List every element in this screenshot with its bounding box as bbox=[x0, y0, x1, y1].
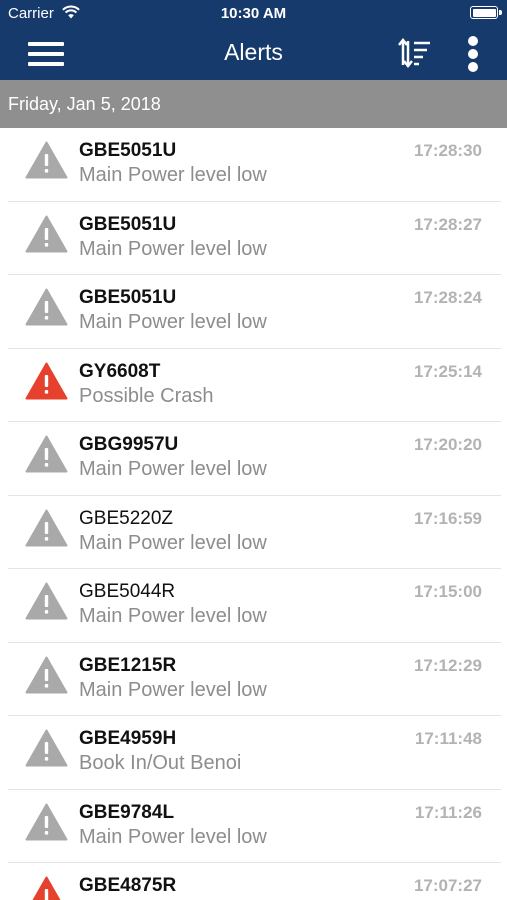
warning-triangle-icon bbox=[25, 288, 68, 326]
alert-time: 17:11:26 bbox=[414, 802, 482, 822]
vehicle-plate: GBE4959H bbox=[79, 728, 177, 749]
more-options-icon[interactable] bbox=[462, 34, 484, 74]
alert-message: Main Power level low bbox=[79, 164, 267, 186]
vehicle-plate: GBE5051U bbox=[79, 287, 177, 308]
vehicle-plate: GBE4875R bbox=[79, 875, 177, 896]
alert-time: 17:28:27 bbox=[413, 214, 482, 234]
alert-row[interactable]: GBE9784L Main Power level low 17:11:26 bbox=[0, 790, 507, 863]
alert-list: GBE5051U Main Power level low 17:28:30 GBE5… bbox=[0, 128, 507, 900]
alert-row[interactable]: GBE1215R Main Power level low 17:12:29 bbox=[0, 643, 507, 716]
date-section-header: Friday, Jan 5, 2018 bbox=[0, 80, 507, 128]
alert-time: 17:11:48 bbox=[414, 729, 482, 748]
warning-triangle-icon bbox=[25, 141, 68, 179]
alert-message: Book In/Out Benoi bbox=[79, 752, 242, 774]
warning-triangle-icon bbox=[25, 803, 68, 840]
vehicle-plate: GBG9957U bbox=[79, 434, 179, 455]
warning-triangle-icon bbox=[25, 362, 68, 399]
alert-message: Main Power level low bbox=[79, 458, 267, 480]
nav-bar: Alerts bbox=[0, 28, 507, 80]
alert-row[interactable]: GBE4875R 17:07:27 bbox=[0, 863, 507, 900]
alert-row[interactable]: GBE5051U Main Power level low 17:28:24 bbox=[0, 275, 507, 349]
alert-time: 17:20:20 bbox=[413, 435, 482, 454]
alert-message: Main Power level low bbox=[79, 605, 267, 627]
alert-time: 17:15:00 bbox=[413, 582, 482, 601]
warning-triangle-icon bbox=[25, 656, 68, 693]
warning-triangle-icon bbox=[25, 215, 68, 252]
alert-message: Possible Crash bbox=[79, 384, 214, 407]
battery-icon bbox=[470, 6, 502, 19]
alert-message: Main Power level low bbox=[79, 237, 267, 260]
warning-triangle-icon bbox=[25, 435, 68, 473]
alert-time: 17:16:59 bbox=[413, 508, 482, 528]
status-bar: Carrier 10:30 AM bbox=[0, 0, 507, 28]
alert-row[interactable]: GBE5220Z Main Power level low 17:16:59 bbox=[0, 496, 507, 569]
alert-message: Main Power level low bbox=[79, 825, 267, 848]
sort-icon[interactable] bbox=[398, 38, 432, 68]
alert-message: Main Power level low bbox=[79, 678, 267, 701]
vehicle-plate: GBE1215R bbox=[79, 654, 177, 676]
alert-time: 17:28:30 bbox=[413, 141, 482, 160]
status-time: 10:30 AM bbox=[220, 5, 287, 22]
alert-row[interactable]: GY6608T Possible Crash 17:25:14 bbox=[0, 349, 507, 422]
alert-row[interactable]: GBE5044R Main Power level low 17:15:00 bbox=[0, 569, 507, 643]
vehicle-plate: GBE9784L bbox=[79, 801, 175, 823]
alert-time: 17:07:27 bbox=[413, 876, 482, 895]
app-header: Carrier 10:30 AM Alerts bbox=[0, 0, 507, 80]
warning-triangle-icon bbox=[25, 729, 68, 767]
alert-message: Main Power level low bbox=[79, 531, 267, 554]
vehicle-plate: GBE5044R bbox=[79, 581, 176, 602]
warning-triangle-icon bbox=[32, 876, 61, 900]
alert-message: Main Power level low bbox=[79, 311, 267, 333]
alert-time: 17:28:24 bbox=[413, 288, 482, 307]
vehicle-plate: GBE5051U bbox=[79, 140, 177, 161]
alert-row[interactable]: GBE5051U Main Power level low 17:28:30 bbox=[0, 128, 507, 202]
warning-triangle-icon bbox=[25, 582, 68, 620]
warning-triangle-icon bbox=[25, 509, 68, 546]
alert-row[interactable]: GBG9957U Main Power level low 17:20:20 bbox=[0, 422, 507, 496]
alert-row[interactable]: GBE4959H Book In/Out Benoi 17:11:48 bbox=[0, 716, 507, 790]
alert-time: 17:25:14 bbox=[413, 361, 482, 381]
vehicle-plate: GBE5051U bbox=[79, 213, 177, 235]
vehicle-plate: GY6608T bbox=[79, 360, 161, 382]
alert-row[interactable]: GBE5051U Main Power level low 17:28:27 bbox=[0, 202, 507, 275]
alert-time: 17:12:29 bbox=[413, 655, 482, 675]
vehicle-plate: GBE5220Z bbox=[79, 507, 173, 529]
